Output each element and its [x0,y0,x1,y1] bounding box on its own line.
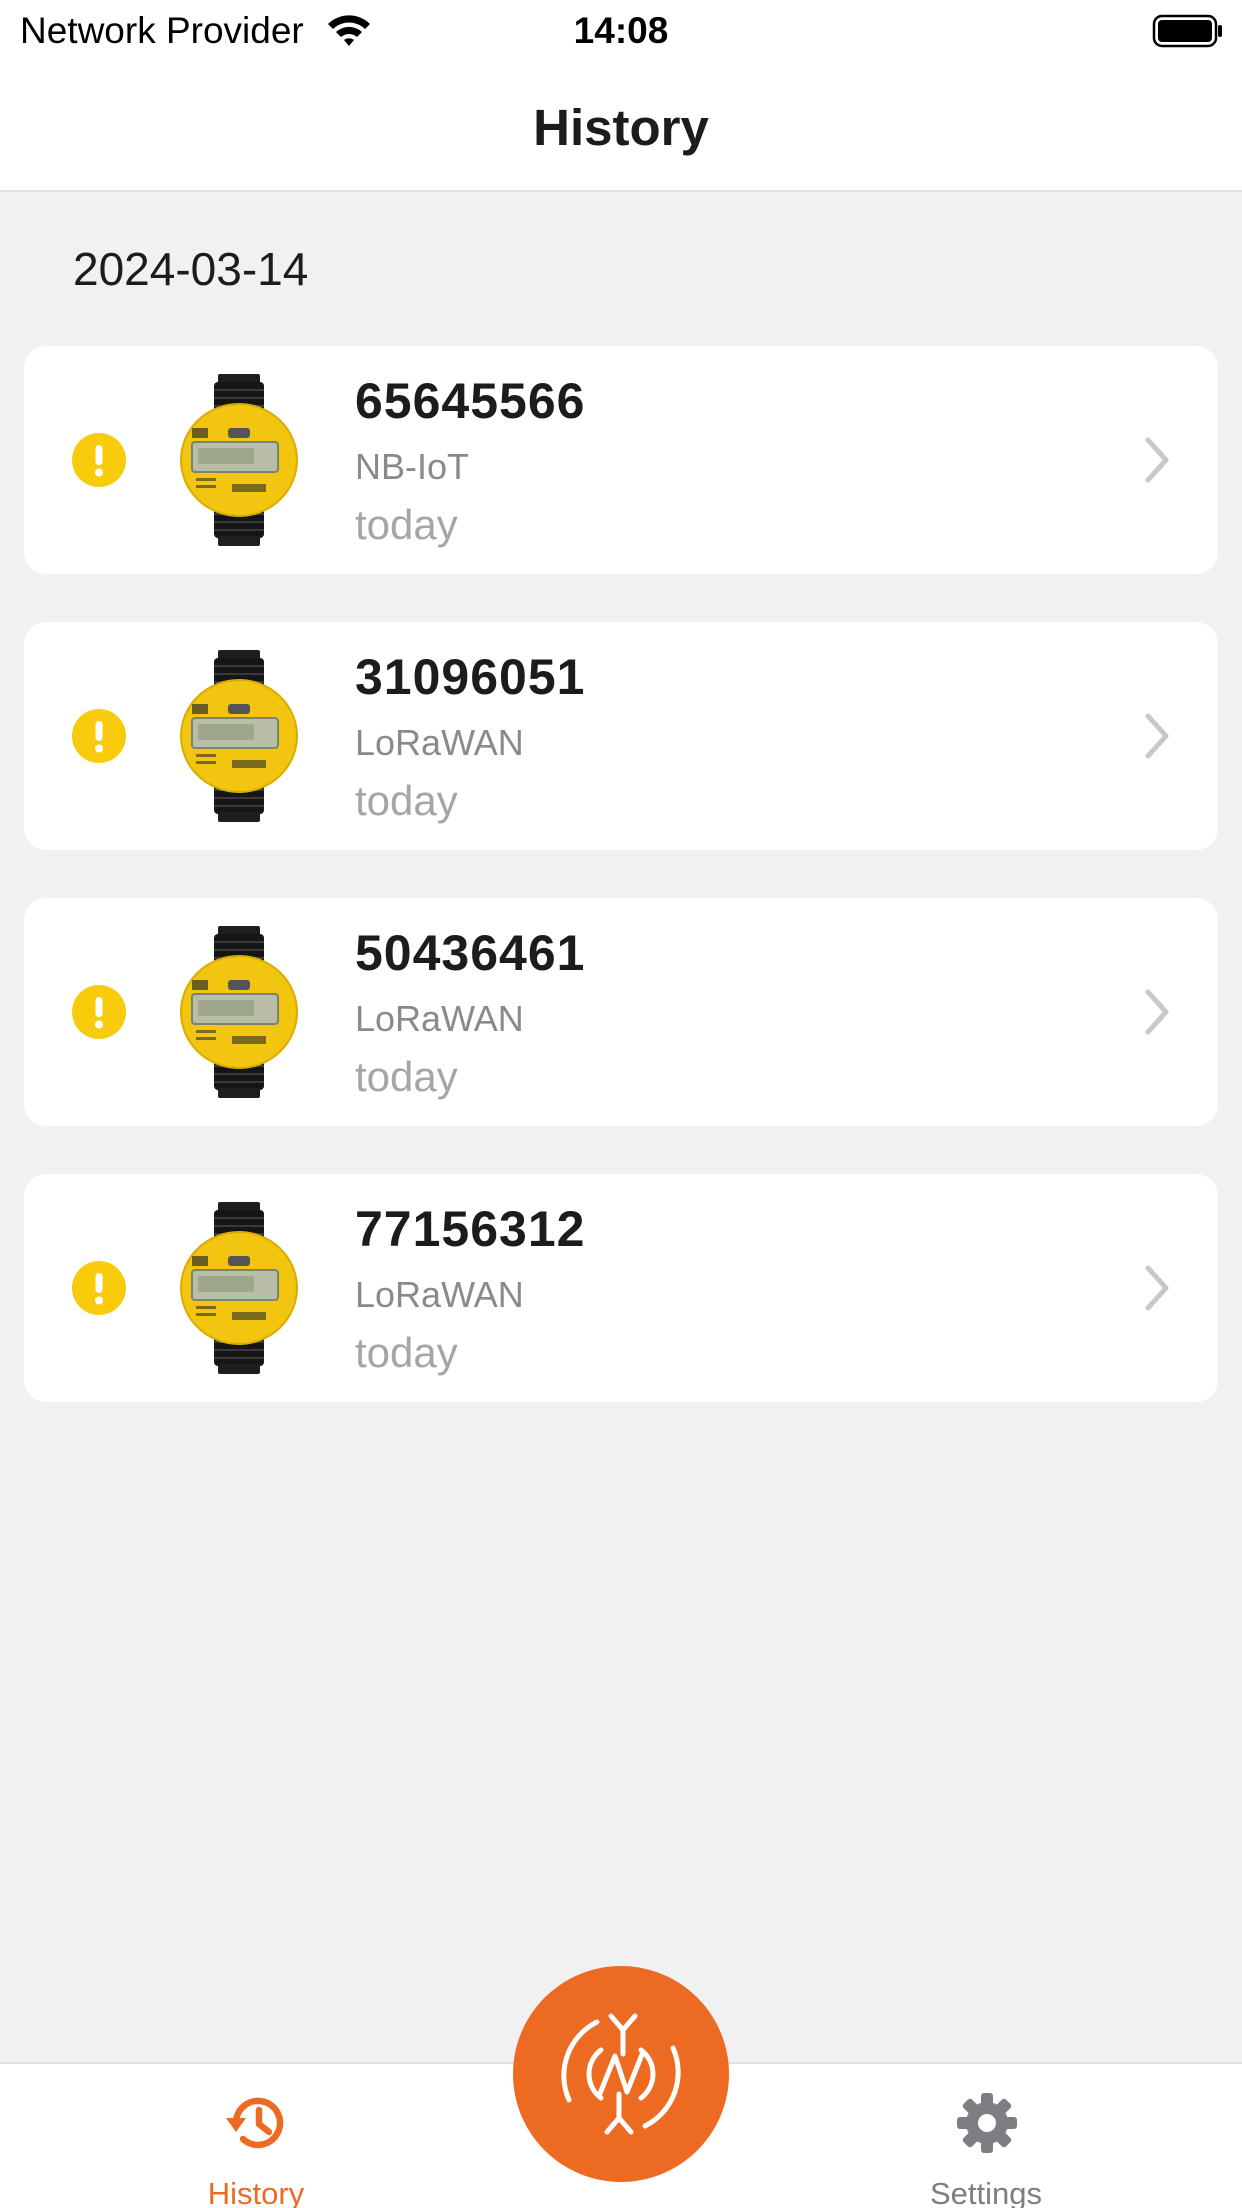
water-meter-image [174,926,304,1098]
reading-time: today [355,1329,458,1376]
water-meter-image [174,374,304,546]
reading-time: today [355,501,458,548]
tab-settings-label: Settings [929,2176,1042,2208]
history-list-item[interactable]: 77156312 LoRaWAN today [24,1174,1218,1402]
gear-icon [957,2093,1017,2153]
warning-icon [72,985,126,1039]
warning-icon [72,433,126,487]
page-title: History [533,99,709,156]
section-header-date: 2024-03-14 [73,243,309,295]
warning-icon [72,1261,126,1315]
battery-icon [1152,14,1222,48]
tab-history-label: History [207,2176,305,2208]
history-list-item[interactable]: 31096051 LoRaWAN today [24,622,1218,850]
chevron-right-icon [1145,1265,1169,1311]
meter-serial: 50436461 [355,925,586,981]
meter-network: LoRaWAN [355,722,524,763]
history-list-item[interactable]: 65645566 NB-IoT today [24,346,1218,574]
meter-network: NB-IoT [355,446,470,487]
nfc-sync-icon [561,2013,681,2135]
meter-serial: 65645566 [355,373,586,429]
tab-history[interactable]: History [106,2064,406,2208]
status-time: 14:08 [573,10,669,51]
navigation-bar: History [0,62,1242,192]
meter-serial: 77156312 [355,1201,586,1257]
meter-network: LoRaWAN [355,1274,524,1315]
water-meter-image [174,1202,304,1374]
warning-icon [72,709,126,763]
chevron-right-icon [1145,437,1169,483]
chevron-right-icon [1145,989,1169,1035]
nfc-scan-button[interactable] [513,1966,729,2182]
meter-network: LoRaWAN [355,998,524,1039]
tab-settings[interactable]: Settings [836,2064,1136,2208]
history-icon [226,2097,284,2149]
status-bar: Network Provider 14:08 [0,0,1242,62]
chevron-right-icon [1145,713,1169,759]
reading-time: today [355,777,458,824]
reading-time: today [355,1053,458,1100]
history-list-item[interactable]: 50436461 LoRaWAN today [24,898,1218,1126]
meter-serial: 31096051 [355,649,586,705]
water-meter-image [174,650,304,822]
